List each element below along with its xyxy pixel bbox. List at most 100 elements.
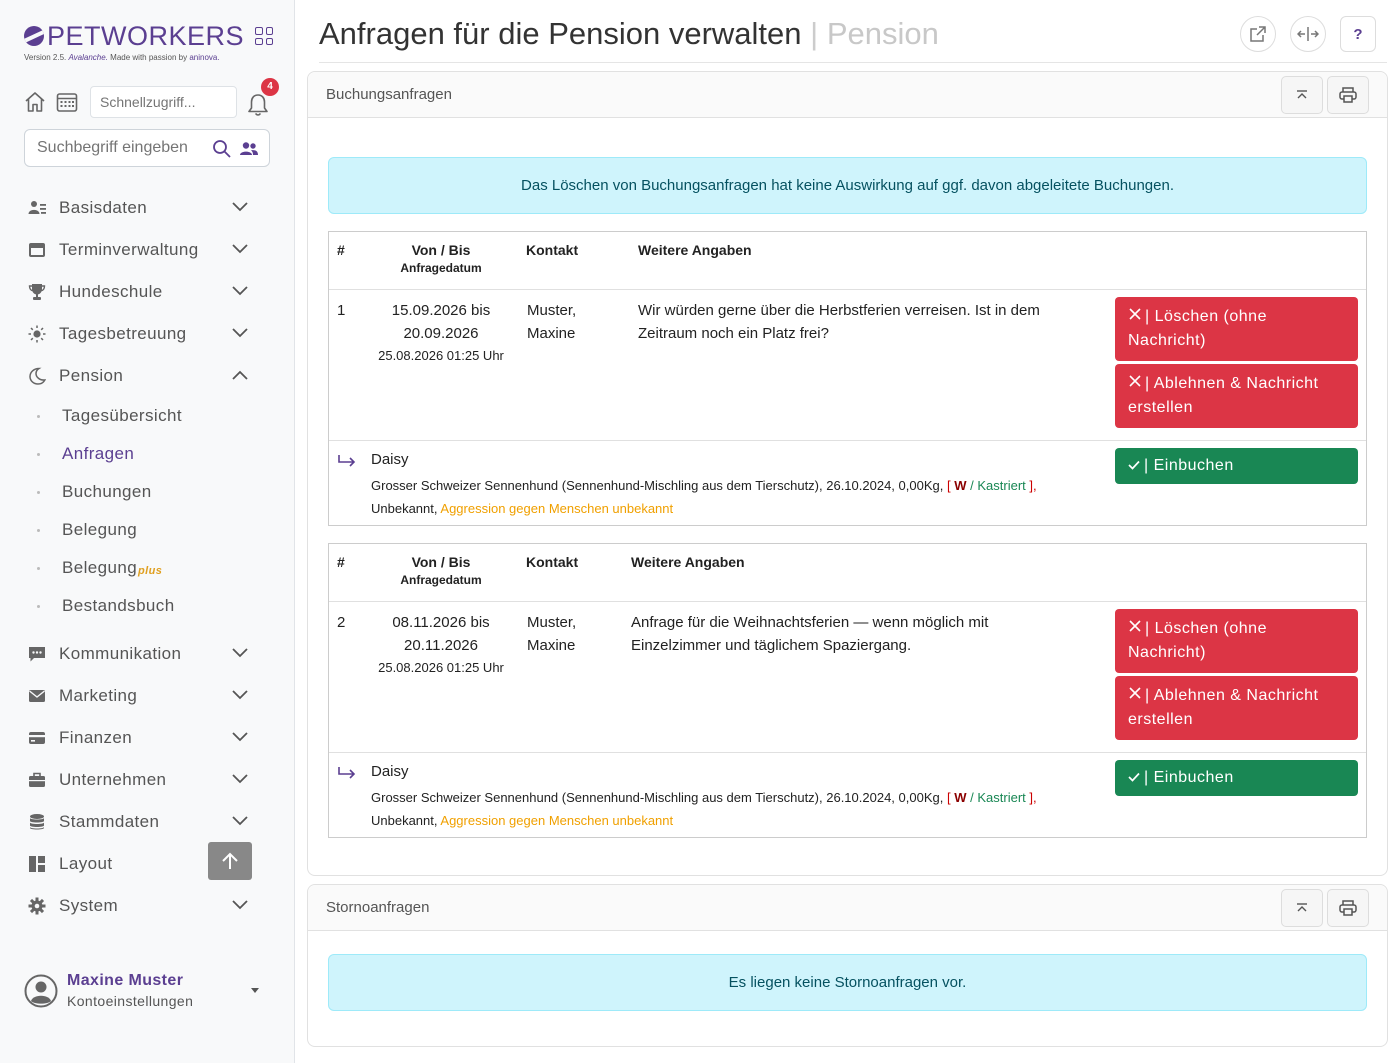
moon-icon — [29, 367, 46, 385]
print-button[interactable] — [1327, 76, 1369, 114]
envelope-icon — [29, 690, 45, 702]
account-settings-link[interactable]: Kontoeinstellungen — [67, 993, 227, 1009]
notification-badge: 4 — [261, 78, 279, 96]
delete-without-message-button[interactable]: | Löschen (ohne Nachricht) — [1115, 297, 1358, 361]
version-text: Version 2.5. Avalanche. Made with passio… — [24, 53, 220, 62]
nav-pension-tagesuebersicht[interactable]: Tagesübersicht — [0, 397, 294, 435]
quick-access-input[interactable] — [90, 86, 237, 118]
home-icon[interactable] — [24, 91, 46, 113]
close-icon — [1129, 375, 1141, 387]
card-header: Stornoanfragen — [308, 885, 1387, 931]
pet-description: Grosser Schweizer Sennenhund (Sennenhund… — [371, 478, 1037, 516]
bell-icon[interactable] — [246, 92, 270, 118]
nav-label: System — [59, 896, 119, 915]
users-icon[interactable] — [239, 141, 259, 157]
open-external-button[interactable] — [1240, 16, 1276, 52]
chat-icon — [29, 647, 45, 662]
page-title: Anfragen für die Pension verwalten | Pen… — [319, 16, 939, 51]
nav-kommunikation[interactable]: Kommunikation — [0, 633, 294, 675]
col-range: Von / Bis Anfragedatum — [400, 554, 482, 587]
chevron-down-icon — [232, 774, 248, 784]
search-box — [24, 129, 270, 167]
caret-down-icon[interactable] — [251, 988, 259, 993]
nav-unternehmen[interactable]: Unternehmen — [0, 759, 294, 801]
booking-request: # Von / Bis Anfragedatum Kontakt Weitere… — [328, 231, 1367, 526]
collapse-button[interactable] — [1281, 889, 1323, 927]
trophy-icon — [28, 284, 46, 300]
database-icon — [30, 814, 44, 830]
reject-and-message-button[interactable]: | Ablehnen & Nachricht erstellen — [1115, 676, 1358, 740]
external-link-icon — [1250, 26, 1266, 42]
print-button[interactable] — [1327, 889, 1369, 927]
nav-label: Hundeschule — [59, 282, 163, 301]
scroll-to-top-button[interactable] — [208, 842, 252, 880]
nav-pension-buchungen[interactable]: Buchungen — [0, 473, 294, 511]
book-in-button[interactable]: | Einbuchen — [1115, 448, 1358, 484]
brand-name: PETWORKERS — [47, 21, 245, 51]
printer-icon — [1339, 900, 1357, 916]
col-num: # — [337, 554, 345, 570]
nav-stammdaten[interactable]: Stammdaten — [0, 801, 294, 843]
col-details: Weitere Angaben — [638, 242, 752, 258]
app-grid-icon[interactable] — [255, 27, 274, 45]
nav-label: Pension — [59, 366, 124, 385]
nav-terminverwaltung[interactable]: Terminverwaltung — [0, 229, 294, 271]
calendar-icon — [29, 243, 45, 257]
request-contact[interactable]: Muster, Maxine — [527, 300, 576, 345]
nav-pension-belegung-plus[interactable]: Belegung plus — [0, 549, 294, 587]
toggle-width-button[interactable] — [1290, 16, 1326, 52]
pet-name[interactable]: Daisy — [371, 451, 409, 468]
close-icon — [1129, 620, 1141, 632]
layout-icon — [29, 856, 45, 872]
nav-tagesbetreuung[interactable]: Tagesbetreuung — [0, 313, 294, 355]
request-number: 2 — [337, 614, 346, 631]
nav-system[interactable]: System — [0, 885, 294, 927]
nav-hundeschule[interactable]: Hundeschule — [0, 271, 294, 313]
chevron-up-icon — [232, 370, 248, 380]
request-header: # Von / Bis Anfragedatum Kontakt Weitere… — [329, 544, 1366, 602]
nav-label: Kommunikation — [59, 644, 182, 663]
col-range: Von / Bis Anfragedatum — [400, 242, 482, 275]
arrow-return-right-icon — [338, 767, 356, 779]
close-icon — [1129, 308, 1141, 320]
col-details: Weitere Angaben — [631, 554, 745, 570]
book-in-button[interactable]: | Einbuchen — [1115, 760, 1358, 796]
nav-marketing[interactable]: Marketing — [0, 675, 294, 717]
nav-basisdaten[interactable]: Basisdaten — [0, 187, 294, 229]
search-icon[interactable] — [212, 139, 232, 159]
plus-badge: plus — [138, 565, 163, 577]
collapse-up-icon — [1297, 90, 1307, 99]
help-button[interactable]: ? — [1340, 16, 1376, 52]
arrow-return-right-icon — [338, 455, 356, 467]
booking-requests-card: Buchungsanfragen Das Löschen von Buchung… — [307, 71, 1388, 876]
nav-pension-anfragen[interactable]: Anfragen — [0, 435, 294, 473]
request-dates: 08.11.2026 bis 20.11.2026 25.08.2026 01:… — [378, 614, 504, 675]
user-menu[interactable]: Maxine Muster Kontoeinstellungen — [24, 972, 259, 1009]
gear-icon — [28, 897, 46, 915]
avatar-icon — [24, 974, 58, 1007]
col-contact: Kontakt — [526, 554, 579, 570]
pet-name[interactable]: Daisy — [371, 763, 409, 780]
nav-pension-belegung[interactable]: Belegung — [0, 511, 294, 549]
request-contact[interactable]: Muster, Maxine — [527, 612, 576, 657]
search-input[interactable] — [37, 139, 197, 157]
collapse-button[interactable] — [1281, 76, 1323, 114]
chevron-down-icon — [232, 328, 248, 338]
brand[interactable]: PETWORKERS Version 2.5. Avalanche. Made … — [24, 21, 274, 62]
delete-without-message-button[interactable]: | Löschen (ohne Nachricht) — [1115, 609, 1358, 673]
nav-pension-bestandsbuch[interactable]: Bestandsbuch — [0, 587, 294, 625]
main-navigation: Basisdaten Terminverwaltung Hundeschule … — [0, 187, 294, 927]
reject-and-message-button[interactable]: | Ablehnen & Nachricht erstellen — [1115, 364, 1358, 428]
col-num: # — [337, 242, 345, 258]
chevron-down-icon — [232, 816, 248, 826]
nav-label: Stammdaten — [59, 812, 160, 831]
request-header: # Von / Bis Anfragedatum Kontakt Weitere… — [329, 232, 1366, 290]
nav-pension[interactable]: Pension — [0, 355, 294, 397]
credit-card-icon — [29, 732, 45, 744]
nav-label: Finanzen — [59, 728, 133, 747]
printer-icon — [1339, 87, 1357, 103]
nav-finanzen[interactable]: Finanzen — [0, 717, 294, 759]
calendar-icon[interactable] — [56, 91, 78, 113]
request-text: Wir würden gerne über die Herbstferien v… — [638, 302, 1040, 342]
sun-icon — [28, 325, 46, 343]
